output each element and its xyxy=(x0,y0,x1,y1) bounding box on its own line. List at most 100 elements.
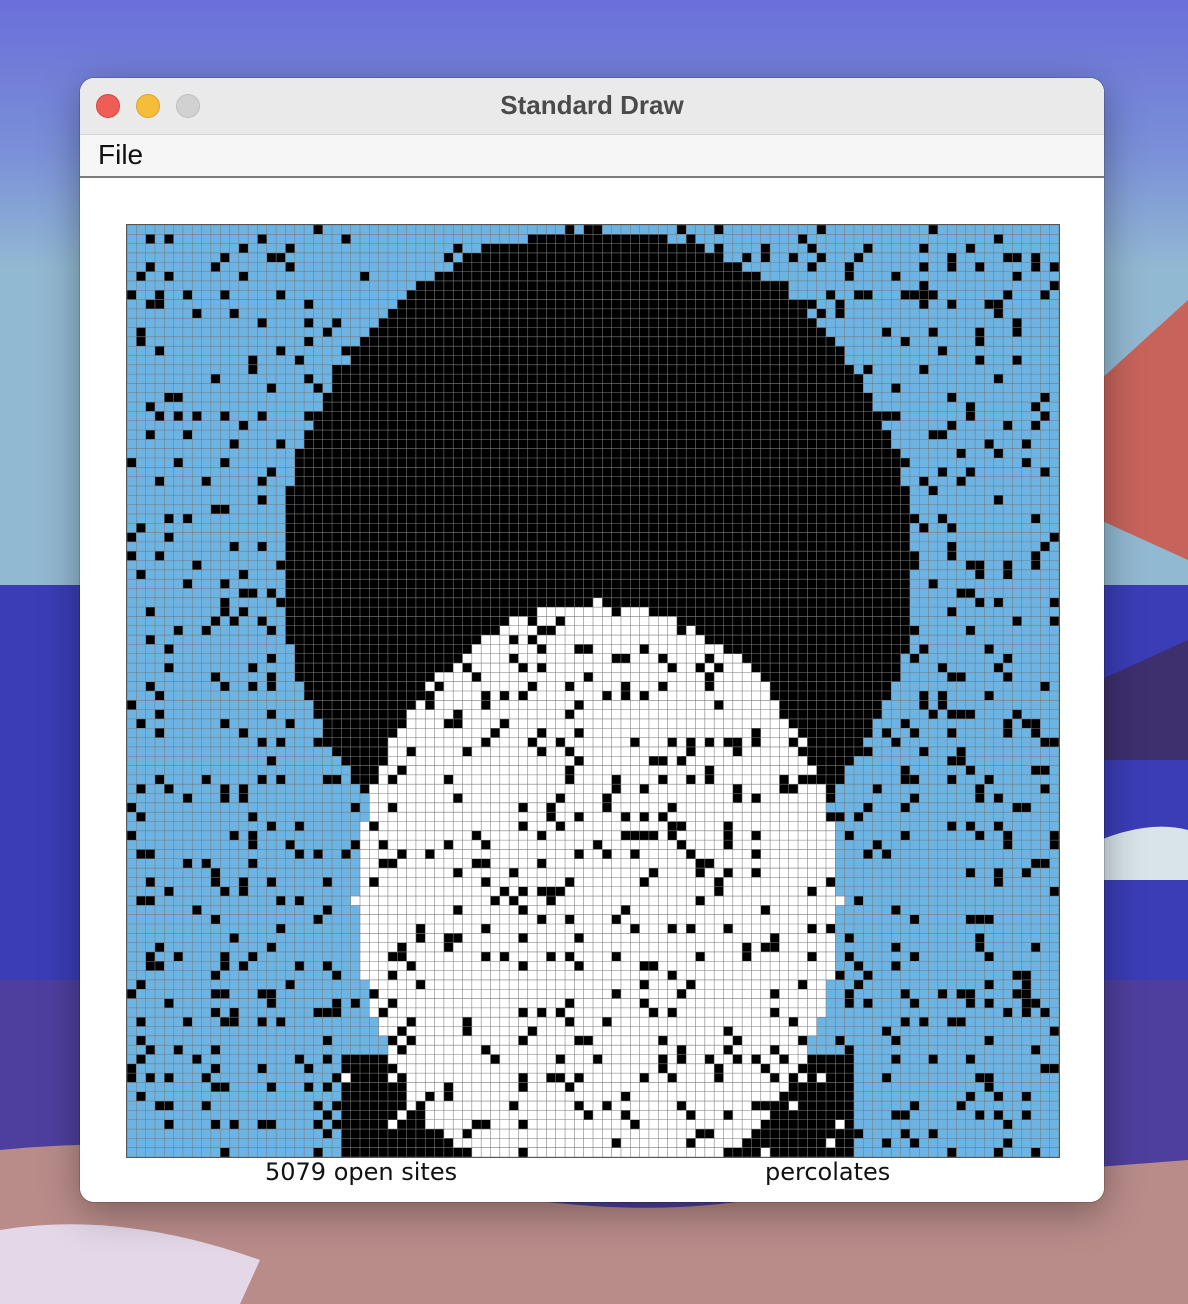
blocked-site xyxy=(993,234,1004,244)
blocked-site xyxy=(415,588,426,598)
open-site xyxy=(583,765,593,775)
blocked-site xyxy=(350,346,360,356)
blocked-site xyxy=(909,513,920,524)
blocked-site xyxy=(369,718,379,729)
blocked-site xyxy=(1040,737,1050,747)
blocked-site xyxy=(788,635,799,645)
open-site xyxy=(443,914,454,924)
blocked-site xyxy=(723,299,733,309)
open-site xyxy=(658,616,668,626)
open-site xyxy=(378,765,388,775)
blocked-site xyxy=(387,672,398,682)
open-site xyxy=(537,951,547,962)
blocked-site xyxy=(667,355,677,365)
blocked-site xyxy=(415,653,426,664)
blocked-site xyxy=(863,663,873,673)
open-site xyxy=(443,765,454,775)
blocked-site xyxy=(816,252,826,263)
blocked-site xyxy=(546,569,556,580)
blocked-site xyxy=(872,420,882,431)
open-site xyxy=(555,709,566,719)
open-site xyxy=(676,979,687,990)
open-site xyxy=(639,905,649,915)
blocked-site xyxy=(350,644,360,654)
blocked-site xyxy=(527,252,538,263)
open-site xyxy=(471,644,482,654)
blocked-site xyxy=(667,513,677,524)
blocked-site xyxy=(127,802,137,813)
blocked-site xyxy=(583,448,593,458)
menu-file[interactable]: File xyxy=(98,139,143,171)
blocked-site xyxy=(527,458,538,468)
blocked-site xyxy=(332,728,342,738)
blocked-site xyxy=(658,458,668,468)
blocked-site xyxy=(770,681,780,691)
blocked-site xyxy=(537,513,547,524)
open-site xyxy=(742,979,752,990)
blocked-site xyxy=(844,448,854,458)
open-site xyxy=(499,858,510,869)
open-site xyxy=(406,877,416,887)
blocked-site xyxy=(993,308,1004,319)
blocked-site xyxy=(332,374,342,384)
blocked-site xyxy=(434,420,444,431)
open-site xyxy=(648,840,659,850)
open-site xyxy=(751,896,761,906)
blocked-site xyxy=(574,504,584,514)
blocked-site xyxy=(602,243,612,253)
blocked-site xyxy=(779,588,789,598)
blocked-site xyxy=(304,560,314,570)
open-site xyxy=(751,942,761,952)
open-site xyxy=(620,951,631,962)
open-site xyxy=(397,914,407,924)
blocked-site xyxy=(639,420,649,431)
blocked-site xyxy=(835,504,845,514)
open-site xyxy=(658,793,668,803)
open-site xyxy=(676,784,687,794)
blocked-site xyxy=(658,402,668,412)
blocked-site xyxy=(742,560,752,570)
blocked-site xyxy=(714,663,724,673)
open-site xyxy=(453,877,463,887)
blocked-site xyxy=(527,560,538,570)
open-site xyxy=(555,653,566,664)
open-site xyxy=(574,737,584,747)
blocked-site xyxy=(471,579,482,589)
blocked-site xyxy=(798,299,808,309)
blocked-site xyxy=(537,234,547,244)
open-site xyxy=(704,812,715,822)
title-bar[interactable]: Standard Draw xyxy=(80,78,1104,135)
blocked-site xyxy=(648,541,659,552)
blocked-site xyxy=(304,374,314,384)
open-site xyxy=(658,709,668,719)
blocked-site xyxy=(369,458,379,468)
blocked-site xyxy=(518,336,528,347)
blocked-site xyxy=(406,495,416,505)
blocked-site xyxy=(369,616,379,626)
blocked-site xyxy=(527,579,538,589)
blocked-site xyxy=(760,430,771,440)
blocked-site xyxy=(583,560,593,570)
blocked-site xyxy=(648,551,659,561)
open-site xyxy=(462,933,472,943)
blocked-site xyxy=(285,523,295,533)
blocked-site xyxy=(835,597,845,608)
blocked-site xyxy=(481,364,491,375)
blocked-site xyxy=(732,327,743,337)
open-site xyxy=(630,970,640,980)
blocked-site xyxy=(602,234,612,244)
blocked-site xyxy=(360,364,370,375)
open-site xyxy=(406,905,416,915)
blocked-site xyxy=(369,355,379,365)
open-site xyxy=(751,924,761,934)
blocked-site xyxy=(742,290,752,300)
open-site xyxy=(686,858,696,869)
blocked-site xyxy=(434,271,444,281)
blocked-site xyxy=(611,495,621,505)
open-site xyxy=(667,858,677,869)
open-site xyxy=(406,979,416,990)
blocked-site xyxy=(872,523,882,533)
blocked-site xyxy=(360,728,370,738)
blocked-site xyxy=(360,551,370,561)
blocked-site xyxy=(779,579,789,589)
